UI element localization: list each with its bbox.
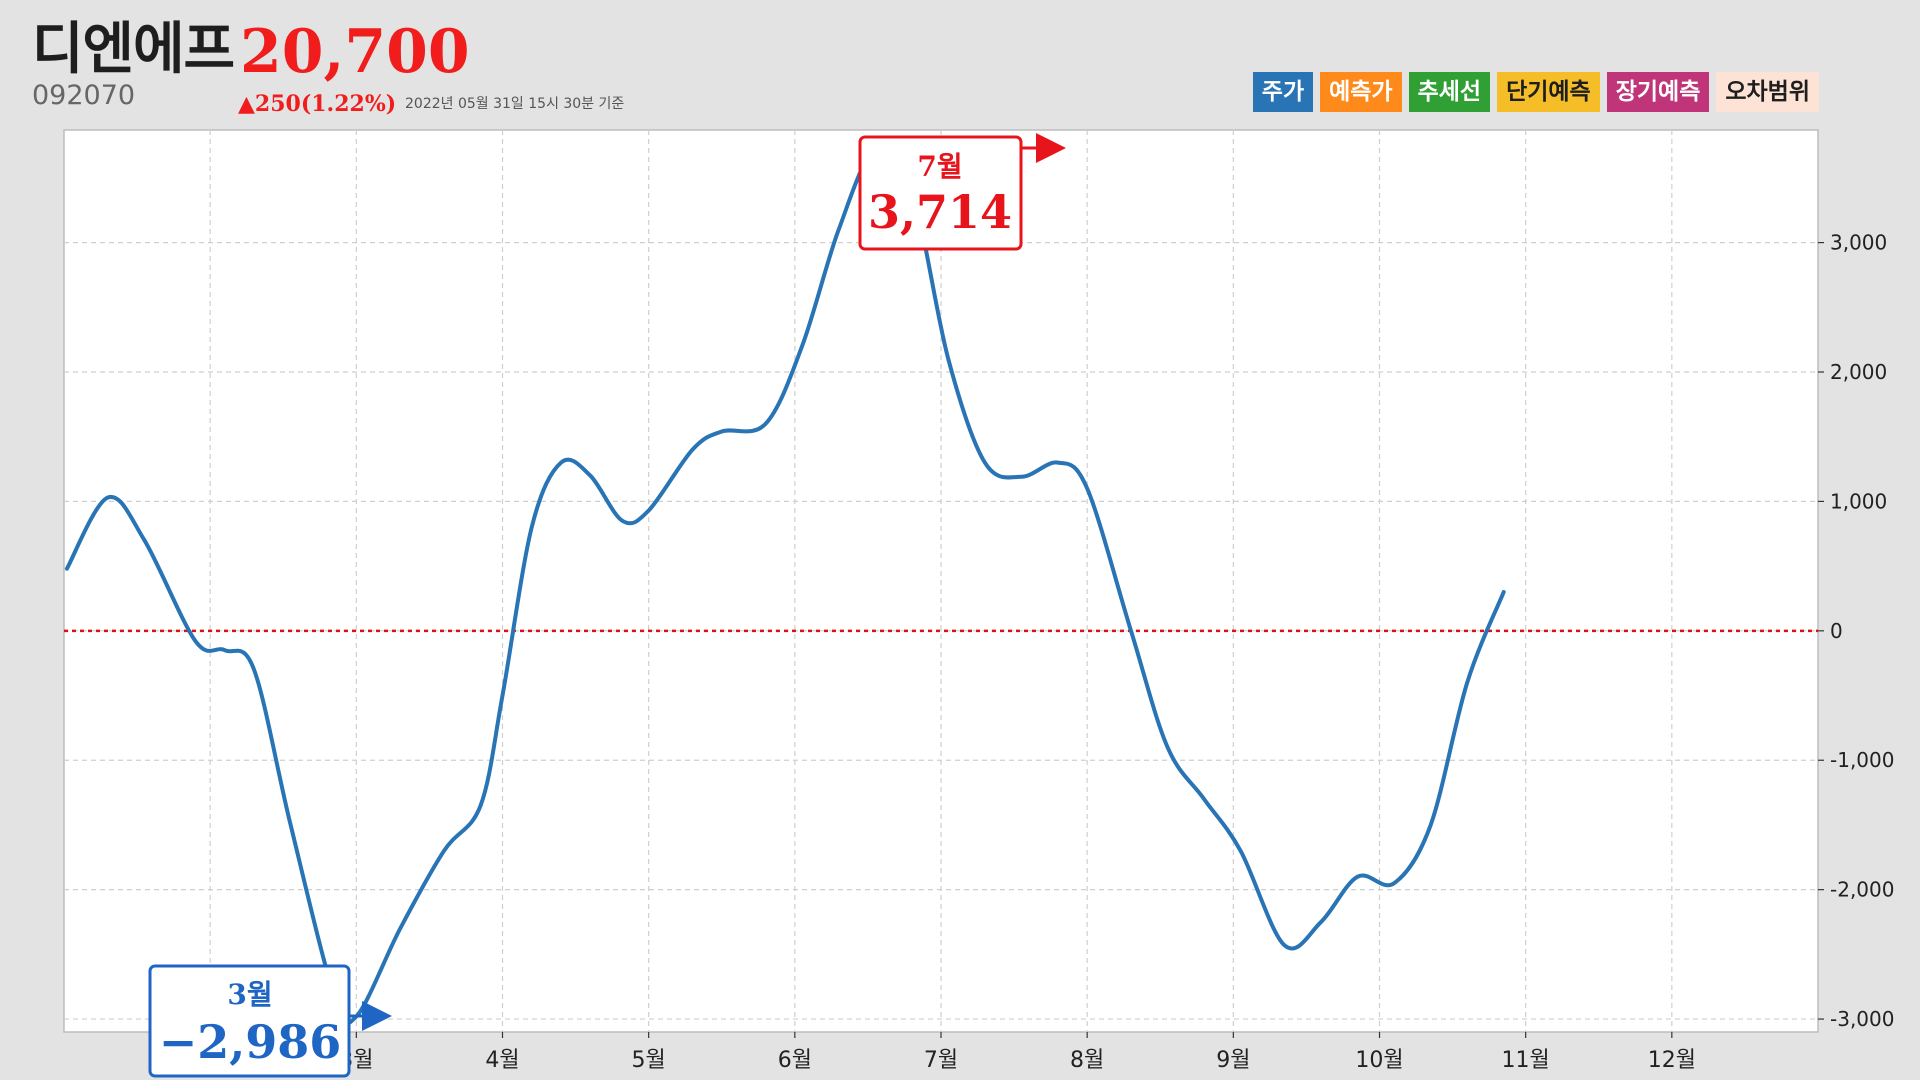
y-tick-label: 3,000 [1830, 231, 1887, 255]
y-tick-label: -3,000 [1830, 1007, 1894, 1031]
x-tick-label: 8월 [1070, 1048, 1104, 1073]
x-tick-label: 9월 [1216, 1048, 1250, 1073]
x-tick-label: 5월 [632, 1048, 666, 1073]
max-annotation-value: 3,714 [868, 185, 1012, 239]
x-axis: 3월 4월 5월 6월 7월 8월 9월 10월 11월 12월 [209, 1032, 1696, 1073]
x-tick-label: 11월 [1502, 1048, 1550, 1073]
max-annotation-month: 7월 [917, 150, 962, 183]
x-tick-label: 7월 [924, 1048, 958, 1073]
x-tick-label: 6월 [778, 1048, 812, 1073]
line-chart: 3,000 2,000 1,000 0 -1,000 -2,000 -3,000 3월 4월 5… [63, 129, 1894, 1078]
min-annotation-value: −2,986 [159, 1015, 342, 1069]
y-tick-label: 0 [1830, 619, 1843, 643]
y-tick-label: -1,000 [1830, 748, 1894, 772]
y-tick-label: 2,000 [1830, 360, 1887, 384]
y-axis: 3,000 2,000 1,000 0 -1,000 -2,000 -3,000 [1818, 231, 1894, 1031]
x-tick-label: 4월 [485, 1048, 519, 1073]
x-tick-label: 10월 [1355, 1048, 1403, 1073]
x-tick-label: 12월 [1648, 1048, 1696, 1073]
y-tick-label: -2,000 [1830, 878, 1894, 902]
y-tick-label: 1,000 [1830, 489, 1887, 513]
min-annotation-month: 3월 [227, 978, 272, 1011]
